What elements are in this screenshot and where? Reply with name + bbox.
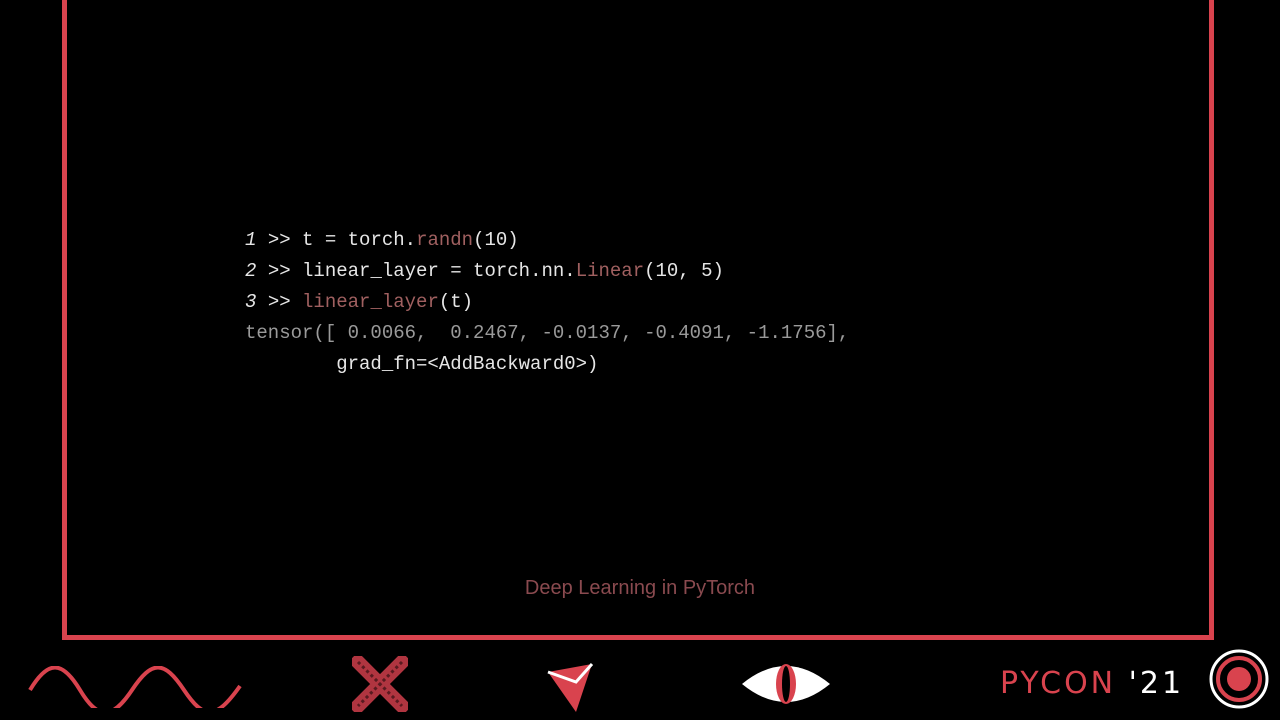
code-line-3: 3 >> linear_layer(t) — [245, 291, 474, 313]
code-output-line-2: grad_fn=<AddBackward0>) — [245, 353, 599, 375]
code-block: 1 >> t = torch.randn(10) 2 >> linear_laye… — [245, 225, 849, 380]
triangle-icon — [547, 663, 594, 712]
code-output-line-1: tensor([ 0.0066, 0.2467, -0.0137, -0.409… — [245, 322, 850, 344]
target-icon — [1209, 649, 1269, 709]
pycon-logo: PYCON '21 — [1000, 666, 1185, 701]
eye-icon — [742, 664, 830, 704]
code-line-1: 1 >> t = torch.randn(10) — [245, 229, 519, 251]
slide-title: Deep Learning in PyTorch — [524, 577, 756, 599]
wave-icon — [28, 666, 242, 708]
code-line-2: 2 >> linear_layer = torch.nn.Linear(10, … — [245, 260, 724, 282]
cross-icon — [352, 656, 408, 712]
